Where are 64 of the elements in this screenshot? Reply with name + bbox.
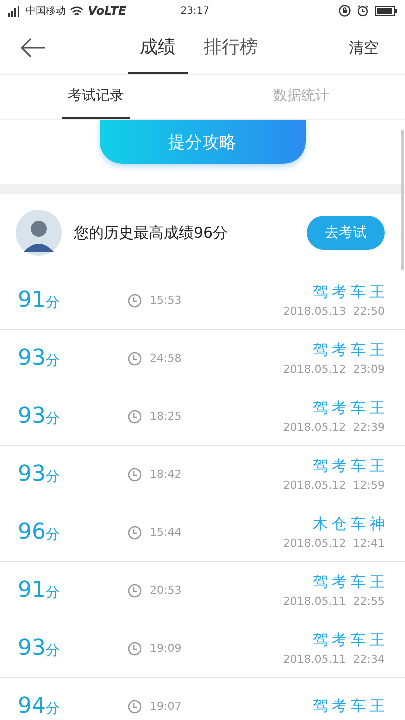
- record-row[interactable]: 93分 18:42 驾考车王 2018.05.12 12:59: [0, 446, 405, 504]
- header-tab[interactable]: 成绩: [128, 22, 188, 74]
- record-date: 2018.05.12 22:39: [283, 421, 385, 434]
- record-date: 2018.05.11 22:55: [283, 595, 385, 608]
- rank-title: 驾考车王: [313, 573, 389, 592]
- rank-title: 驾考车王: [313, 341, 389, 360]
- clock-icon: [128, 294, 142, 308]
- score-text: 91分: [18, 578, 61, 603]
- carrier-name: 中国移动: [26, 4, 66, 18]
- signal-icon: [8, 6, 22, 16]
- rank-title: 驾考车王: [313, 457, 389, 476]
- clock-icon: [128, 468, 142, 482]
- back-arrow-icon[interactable]: [20, 38, 46, 58]
- duration-text: 15:44: [150, 526, 182, 539]
- status-time: 23:17: [180, 6, 210, 16]
- duration-text: 18:42: [150, 468, 182, 481]
- clock-icon: [128, 410, 142, 424]
- avatar: [16, 210, 62, 256]
- clock-icon: [128, 352, 142, 366]
- record-row[interactable]: 96分 15:44 木仓车神 2018.05.12 12:41: [0, 504, 405, 562]
- score-text: 93分: [18, 346, 61, 371]
- record-row[interactable]: 94分 19:07 驾考车王: [0, 678, 405, 720]
- lock-icon: [339, 5, 351, 17]
- score-text: 96分: [18, 520, 61, 545]
- record-row[interactable]: 93分 24:58 驾考车王 2018.05.12 23:09: [0, 330, 405, 388]
- header-tab[interactable]: 排行榜: [192, 22, 270, 74]
- rank-title: 驾考车王: [313, 399, 389, 418]
- clock-icon: [128, 700, 142, 714]
- wifi-icon: [70, 6, 84, 16]
- record-row[interactable]: 91分 15:53 驾考车王 2018.05.13 22:50: [0, 272, 405, 330]
- clear-button[interactable]: 清空: [343, 22, 385, 74]
- sub-tab[interactable]: 数据统计: [198, 75, 405, 119]
- score-text: 91分: [18, 288, 61, 313]
- record-date: 2018.05.12 23:09: [283, 363, 385, 376]
- score-text: 94分: [18, 694, 61, 719]
- duration-text: 18:25: [150, 410, 182, 423]
- alarm-icon: [357, 5, 369, 17]
- record-date: 2018.05.11 22:34: [283, 653, 385, 666]
- score-text: 93分: [18, 462, 61, 487]
- rank-title: 驾考车王: [313, 283, 389, 302]
- record-row[interactable]: 91分 20:53 驾考车王 2018.05.11 22:55: [0, 562, 405, 620]
- record-row[interactable]: 93分 18:25 驾考车王 2018.05.12 22:39: [0, 388, 405, 446]
- record-date: 2018.05.12 12:59: [283, 479, 385, 492]
- network-label: VoLTE: [88, 4, 127, 18]
- tips-button[interactable]: 提分攻略: [100, 120, 306, 164]
- score-text: 93分: [18, 636, 61, 661]
- take-exam-button[interactable]: 去考试: [307, 216, 385, 250]
- best-score-text: 您的历史最高成绩96分: [74, 224, 228, 242]
- rank-title: 驾考车王: [313, 631, 389, 650]
- duration-text: 19:09: [150, 642, 182, 655]
- clock-icon: [128, 584, 142, 598]
- duration-text: 24:58: [150, 352, 182, 365]
- clock-icon: [128, 642, 142, 656]
- record-date: 2018.05.13 22:50: [283, 305, 385, 318]
- duration-text: 20:53: [150, 584, 182, 597]
- record-row[interactable]: 93分 19:09 驾考车王 2018.05.11 22:34: [0, 620, 405, 678]
- record-date: 2018.05.12 12:41: [283, 537, 385, 550]
- score-text: 93分: [18, 404, 61, 429]
- clock-icon: [128, 526, 142, 540]
- rank-title: 木仓车神: [313, 515, 389, 534]
- duration-text: 15:53: [150, 294, 182, 307]
- duration-text: 19:07: [150, 700, 182, 713]
- rank-title: 驾考车王: [313, 697, 389, 716]
- battery-icon: [375, 6, 397, 16]
